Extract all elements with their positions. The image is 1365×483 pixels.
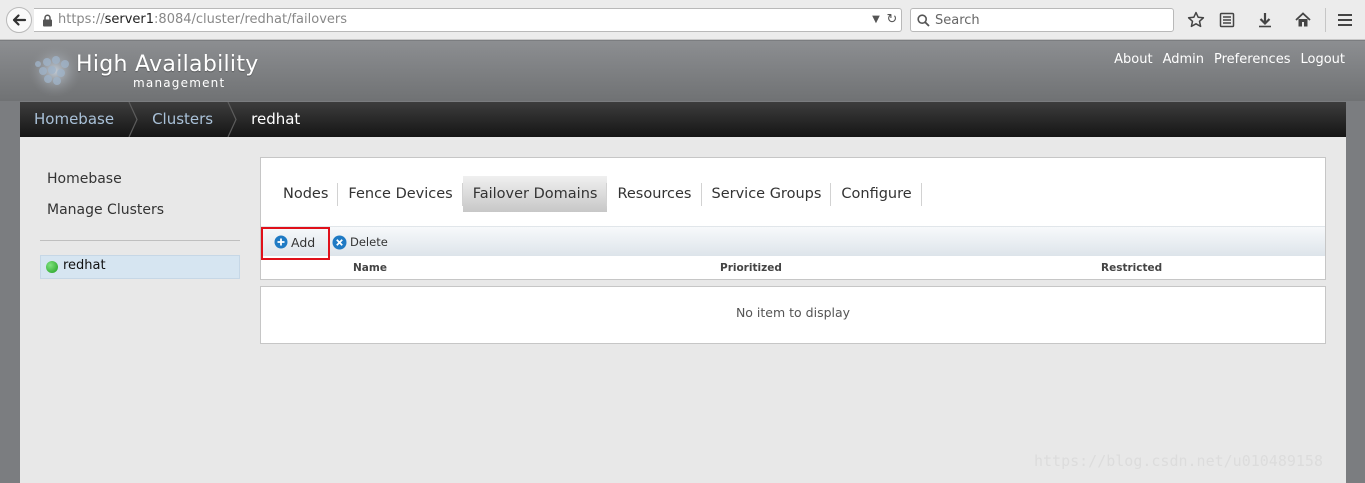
logout-link[interactable]: Logout: [1300, 52, 1345, 67]
sidebar-cluster-redhat[interactable]: redhat: [40, 255, 240, 279]
sidebar-link-homebase[interactable]: Homebase: [47, 171, 122, 187]
url-host: server1: [104, 12, 155, 27]
tab-fence-devices[interactable]: Fence Devices: [338, 176, 464, 212]
breadcrumb-redhat: redhat: [251, 110, 301, 128]
tab-resources[interactable]: Resources: [607, 176, 702, 212]
search-icon: [917, 14, 930, 27]
back-button[interactable]: [6, 7, 32, 33]
cluster-name: redhat: [63, 258, 106, 273]
url-path: :8084/cluster/redhat/failovers: [154, 12, 348, 27]
app-subtitle: management: [133, 76, 226, 90]
download-icon[interactable]: [1255, 10, 1275, 30]
reload-icon[interactable]: ↻: [884, 9, 900, 31]
back-arrow-icon: [12, 14, 27, 26]
browser-toolbar: https://server1:8084/cluster/redhat/fail…: [0, 0, 1365, 40]
preferences-link[interactable]: Preferences: [1214, 52, 1290, 67]
tab-configure[interactable]: Configure: [831, 176, 922, 212]
delete-button[interactable]: Delete: [332, 227, 388, 257]
tab-service-groups[interactable]: Service Groups: [702, 176, 832, 212]
url-scheme: https://: [58, 12, 105, 27]
search-input[interactable]: [935, 11, 1165, 29]
table-toolbar: Add Delete: [261, 226, 1325, 260]
highlight-box: [261, 227, 330, 260]
chevron-down-icon[interactable]: ▼: [869, 9, 883, 31]
breadcrumb-homebase[interactable]: Homebase: [20, 102, 128, 137]
main-content: Homebase Manage Clusters redhat Nodes Fe…: [20, 137, 1346, 483]
watermark: https://blog.csdn.net/u010489158: [1034, 452, 1323, 470]
breadcrumb: Homebase Clusters redhat: [20, 102, 1346, 137]
column-header-restricted[interactable]: Restricted: [1101, 257, 1162, 280]
tab-bar: Nodes Fence Devices Failover Domains Res…: [273, 176, 922, 212]
lock-icon: [43, 14, 52, 27]
app-title: High Availability: [76, 52, 259, 77]
results-table: No item to display: [260, 286, 1326, 344]
toolbar-divider: [1325, 8, 1326, 32]
breadcrumb-separator: [128, 102, 138, 137]
menu-icon[interactable]: [1335, 10, 1355, 30]
bookmark-star-icon[interactable]: [1186, 10, 1206, 30]
app-header: High Availability management About Admin…: [0, 41, 1365, 101]
sidebar-link-manage-clusters[interactable]: Manage Clusters: [47, 202, 164, 218]
about-link[interactable]: About: [1114, 52, 1152, 67]
status-online-icon: [46, 261, 58, 273]
empty-message: No item to display: [735, 305, 851, 320]
top-links: About Admin Preferences Logout: [1114, 52, 1345, 67]
admin-link[interactable]: Admin: [1163, 52, 1204, 67]
close-circle-icon: [332, 235, 347, 249]
column-header-prioritized[interactable]: Prioritized: [720, 257, 782, 280]
reading-list-icon[interactable]: [1217, 10, 1237, 30]
home-icon[interactable]: [1293, 10, 1313, 30]
url-bar[interactable]: https://server1:8084/cluster/redhat/fail…: [34, 8, 902, 32]
sidebar-divider: [40, 240, 240, 241]
tab-failover-domains[interactable]: Failover Domains: [462, 176, 608, 212]
column-header-name[interactable]: Name: [353, 257, 387, 280]
url-text: https://server1:8084/cluster/redhat/fail…: [58, 9, 347, 31]
breadcrumb-separator: [227, 102, 237, 137]
search-box[interactable]: [910, 8, 1174, 32]
failover-domains-panel: Nodes Fence Devices Failover Domains Res…: [260, 157, 1326, 280]
breadcrumb-clusters[interactable]: Clusters: [138, 102, 227, 137]
delete-button-label: Delete: [350, 235, 388, 249]
tab-nodes[interactable]: Nodes: [273, 176, 339, 212]
